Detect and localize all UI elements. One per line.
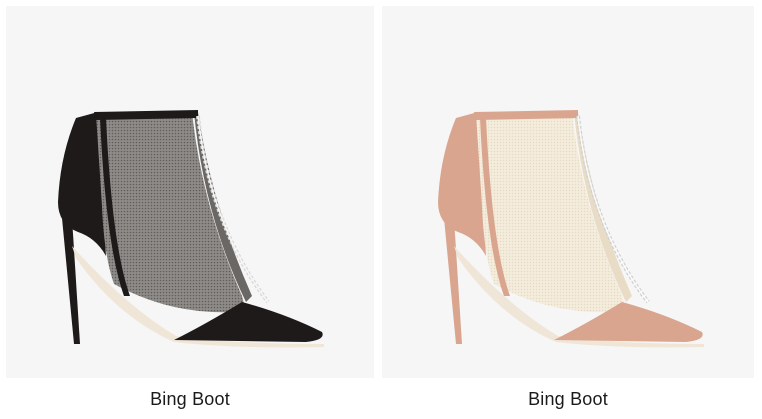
- product-image[interactable]: [6, 6, 374, 378]
- product-card[interactable]: Bing Boot: [382, 6, 754, 416]
- boot-illustration-black: [58, 110, 324, 348]
- product-name[interactable]: Bing Boot: [6, 388, 374, 410]
- boot-illustration-pink: [438, 110, 704, 348]
- product-card[interactable]: Bing Boot: [6, 6, 374, 416]
- product-grid: Bing Boot Bing Boot: [0, 0, 762, 419]
- product-image[interactable]: [382, 6, 754, 378]
- product-name[interactable]: Bing Boot: [382, 388, 754, 410]
